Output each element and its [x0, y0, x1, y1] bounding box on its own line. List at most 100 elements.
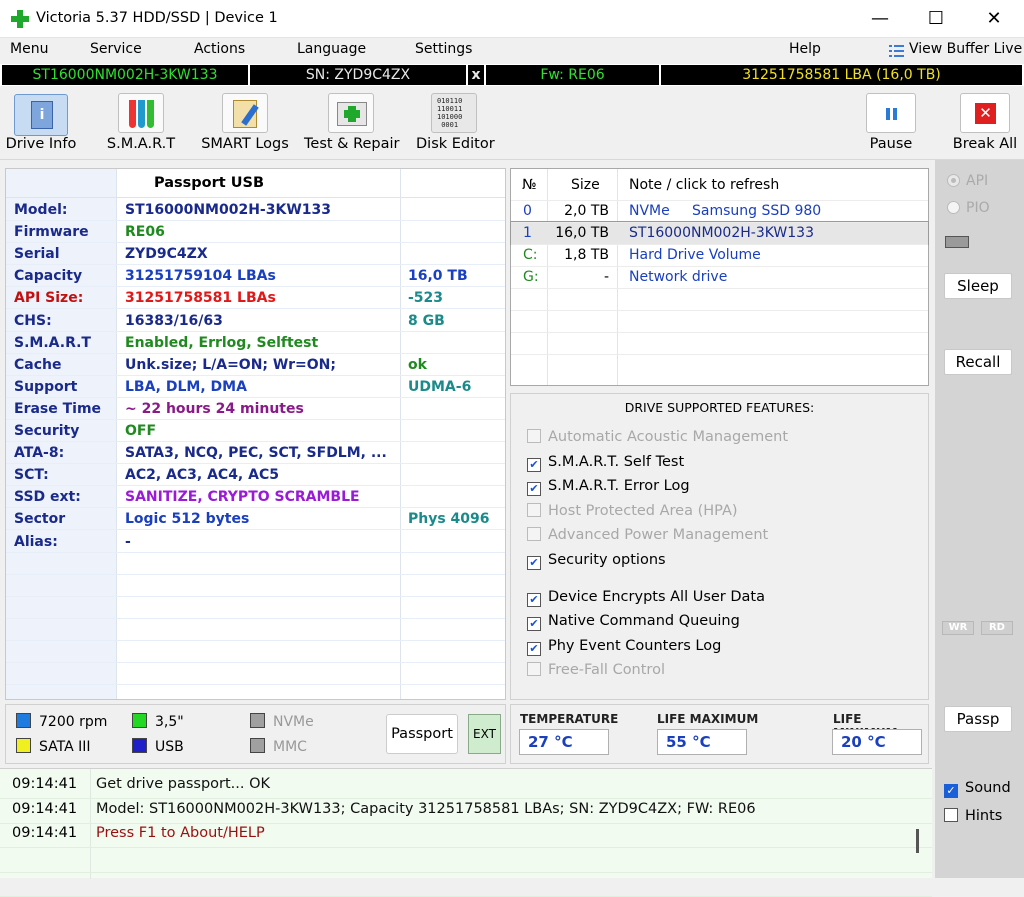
clipboard-pencil-icon [222, 93, 268, 133]
passport-extra: 8 GB [408, 312, 445, 329]
feature-checkbox[interactable]: Automatic Acoustic Management [527, 427, 788, 447]
feature-label: Advanced Power Management [548, 527, 769, 543]
feature-checkbox[interactable]: ✔ Native Command Queuing [527, 611, 740, 631]
grid-line [6, 595, 505, 597]
sound-checkbox[interactable]: ✓ Sound [944, 780, 1011, 798]
temperature-value: 27 °C [519, 729, 609, 755]
drive-row[interactable]: G: - Network drive [511, 266, 928, 288]
log-scrollbar[interactable] [916, 829, 919, 853]
grid-line [6, 441, 505, 442]
menu-settings[interactable]: Settings [415, 41, 472, 57]
side-panel [935, 160, 1024, 766]
disk-editor-label: Disk Editor [416, 136, 495, 152]
feature-checkbox[interactable]: ✔ Phy Event Counters Log [527, 636, 721, 656]
passport-value: Enabled, Errlog, Selftest [125, 334, 319, 351]
passport-key: Serial [14, 246, 60, 263]
hints-checkbox[interactable]: Hints [944, 808, 1002, 824]
life-min-value: 20 °C [832, 729, 922, 755]
drive-info-button[interactable]: i Drive Info [4, 88, 78, 156]
grid-line [6, 220, 505, 221]
passport-key: SCT: [14, 467, 49, 484]
log-panel: 09:14:41 Get drive passport... OK 09:14:41… [0, 768, 932, 897]
passport-row: Firmware RE06 [6, 221, 505, 243]
col-header-size: Size [571, 177, 600, 193]
sata-swatch [16, 738, 31, 753]
col-header-note[interactable]: Note / click to refresh [629, 177, 779, 193]
feature-checkbox[interactable]: ✔ Security options [527, 550, 666, 570]
sleep-button[interactable]: Sleep [944, 273, 1012, 299]
menu-actions[interactable]: Actions [194, 41, 245, 57]
passport-key: ATA-8: [14, 445, 65, 462]
drive-row[interactable]: 1 16,0 TB ST16000NM002H-3KW133 [510, 221, 929, 245]
passport-header: Passport USB [154, 175, 265, 191]
log-options: ✓ Sound Hints [935, 766, 1024, 878]
feature-checkbox[interactable]: Free-Fall Control [527, 660, 665, 680]
strip-close-x[interactable]: x [468, 65, 484, 85]
menu-language[interactable]: Language [297, 41, 366, 57]
life-max-value: 55 °C [657, 729, 747, 755]
feature-checkbox[interactable]: Advanced Power Management [527, 525, 768, 545]
drive-row[interactable]: 0 2,0 TB NVMe Samsung SSD 980 [511, 200, 928, 222]
rd-indicator: RD [981, 621, 1013, 635]
feature-label: Automatic Acoustic Management [548, 429, 789, 445]
break-all-button[interactable]: ✕ Break All [950, 88, 1020, 156]
close-button[interactable]: ✕ [966, 0, 1022, 38]
passport-value: 31251759104 LBAs [125, 268, 276, 285]
feature-checkbox[interactable]: ✔ Device Encrypts All User Data [527, 587, 765, 607]
drive-size: 2,0 TB [564, 203, 609, 219]
passport-row: Alias: - [6, 531, 505, 553]
wr-indicator: WR [942, 621, 974, 635]
feature-checkbox[interactable]: Host Protected Area (HPA) [527, 501, 738, 521]
checkmark-icon: ✔ [527, 556, 541, 570]
feature-label: Security options [548, 552, 666, 568]
passport-row: SCT: AC2, AC3, AC4, AC5 [6, 464, 505, 486]
form-swatch [132, 713, 147, 728]
api-radio[interactable]: API [947, 173, 988, 189]
view-buffer-live[interactable]: View Buffer Live [909, 41, 1022, 57]
drive-note: NVMe Samsung SSD 980 [629, 203, 822, 219]
passport-row: SSD ext: SANITIZE, CRYPTO SCRAMBLE [6, 486, 505, 508]
pio-radio[interactable]: PIO [947, 200, 990, 216]
passport-extra: Phys 4096 [408, 511, 490, 528]
feature-checkbox[interactable]: ✔ S.M.A.R.T. Error Log [527, 476, 690, 496]
menu-help[interactable]: Help [789, 41, 821, 57]
pause-button[interactable]: Pause [858, 88, 924, 156]
checkbox-icon [527, 503, 541, 517]
disk-editor-button[interactable]: 010110 110011 101000 0001 Disk Editor [416, 88, 495, 156]
menu-menu[interactable]: Menu [10, 41, 48, 57]
recall-button[interactable]: Recall [944, 349, 1012, 375]
legend-usb: USB [132, 738, 184, 755]
grid-line [6, 684, 505, 686]
menu-service[interactable]: Service [90, 41, 142, 57]
checkmark-icon: ✔ [527, 642, 541, 656]
passport-row: CHS: 16383/16/63 8 GB [6, 310, 505, 332]
ext-button[interactable]: EXT [468, 714, 501, 754]
passport-row: Capacity 31251759104 LBAs 16,0 TB [6, 265, 505, 287]
passport-button[interactable]: Passport [386, 714, 458, 754]
grid-line [6, 308, 505, 310]
minimize-button[interactable]: — [852, 0, 908, 38]
passp-button[interactable]: Passp [944, 706, 1012, 732]
pause-icon [866, 93, 916, 133]
strip-capacity: 31251758581 LBA (16,0 TB) [661, 65, 1022, 85]
rpm-swatch [16, 713, 31, 728]
maximize-button[interactable]: ☐ [908, 0, 964, 38]
passport-value: Unk.size; L/A=ON; Wr=ON; [125, 356, 336, 373]
strip-serial: SN: ZYD9C4ZX [250, 65, 466, 85]
feature-checkbox[interactable]: ✔ S.M.A.R.T. Self Test [527, 452, 684, 472]
passport-value: AC2, AC3, AC4, AC5 [125, 467, 279, 484]
pause-label: Pause [869, 136, 913, 152]
drive-list[interactable]: № Size Note / click to refresh 0 2,0 TB NV… [510, 168, 929, 386]
passport-value: Logic 512 bytes [125, 511, 250, 528]
passport-row: API Size: 31251758581 LBAs -523 [6, 287, 505, 309]
smart-logs-button[interactable]: SMART Logs [200, 88, 290, 156]
passport-key: Support [14, 378, 78, 395]
smart-button[interactable]: S.M.A.R.T [104, 88, 178, 156]
drive-number: 0 [523, 203, 532, 219]
status-indicator [945, 236, 969, 248]
passport-key: S.M.A.R.T [14, 334, 91, 351]
drive-row[interactable]: C: 1,8 TB Hard Drive Volume [511, 244, 928, 266]
grid-line [6, 551, 505, 553]
drive-number: C: [523, 247, 538, 263]
test-repair-button[interactable]: Test & Repair [304, 88, 400, 156]
